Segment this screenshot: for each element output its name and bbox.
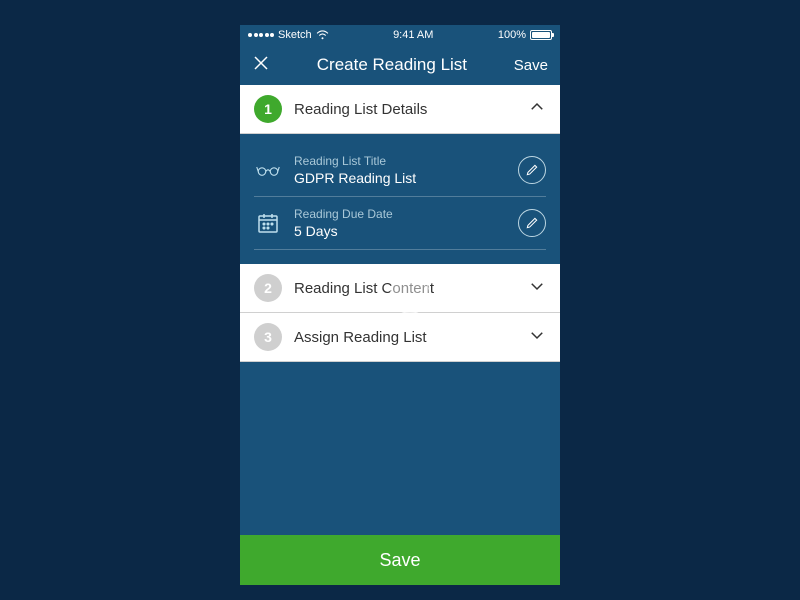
step-2-badge: 2 xyxy=(254,274,282,302)
pencil-icon xyxy=(525,163,539,177)
close-icon[interactable] xyxy=(252,54,270,77)
save-button[interactable]: Save xyxy=(514,57,548,74)
detail-title-row: Reading List Title GDPR Reading List xyxy=(254,144,546,197)
signal-dots-icon xyxy=(248,33,274,37)
detail-due-row: Reading Due Date 5 Days xyxy=(254,197,546,250)
status-right: 100% xyxy=(498,29,552,41)
step-1-label: Reading List Details xyxy=(294,101,516,118)
due-value: 5 Days xyxy=(294,223,506,239)
wifi-icon xyxy=(316,30,329,40)
battery-pct: 100% xyxy=(498,29,526,41)
due-label: Reading Due Date xyxy=(294,207,506,221)
battery-icon xyxy=(530,30,552,40)
step-3-badge: 3 xyxy=(254,323,282,351)
chevron-down-icon xyxy=(528,277,546,300)
chevron-up-icon xyxy=(528,98,546,121)
edit-due-button[interactable] xyxy=(518,209,546,237)
save-big-button[interactable]: Save xyxy=(240,535,560,585)
step-2-label: Reading List Content xyxy=(294,280,516,297)
status-bar: Sketch 9:41 AM 100% xyxy=(240,25,560,45)
calendar-icon xyxy=(254,211,282,235)
status-left: Sketch xyxy=(248,29,329,41)
nav-header: Create Reading List Save xyxy=(240,45,560,85)
glasses-icon xyxy=(254,158,282,182)
carrier-name: Sketch xyxy=(278,29,312,41)
title-value: GDPR Reading List xyxy=(294,170,506,186)
step-1-header[interactable]: 1 Reading List Details xyxy=(240,85,560,134)
step-1-badge: 1 xyxy=(254,95,282,123)
step-3-header[interactable]: 3 Assign Reading List xyxy=(240,313,560,362)
empty-area xyxy=(240,362,560,535)
chevron-down-icon xyxy=(528,326,546,349)
step-1-content: Reading List Title GDPR Reading List xyxy=(240,134,560,264)
step-3-label: Assign Reading List xyxy=(294,329,516,346)
edit-title-button[interactable] xyxy=(518,156,546,184)
status-time: 9:41 AM xyxy=(393,29,433,41)
page-title: Create Reading List xyxy=(317,55,467,75)
pencil-icon xyxy=(525,216,539,230)
step-2-header[interactable]: 2 Reading List Content xyxy=(240,264,560,313)
phone-frame: Sketch 9:41 AM 100% Create Reading List … xyxy=(240,25,560,585)
title-label: Reading List Title xyxy=(294,154,506,168)
